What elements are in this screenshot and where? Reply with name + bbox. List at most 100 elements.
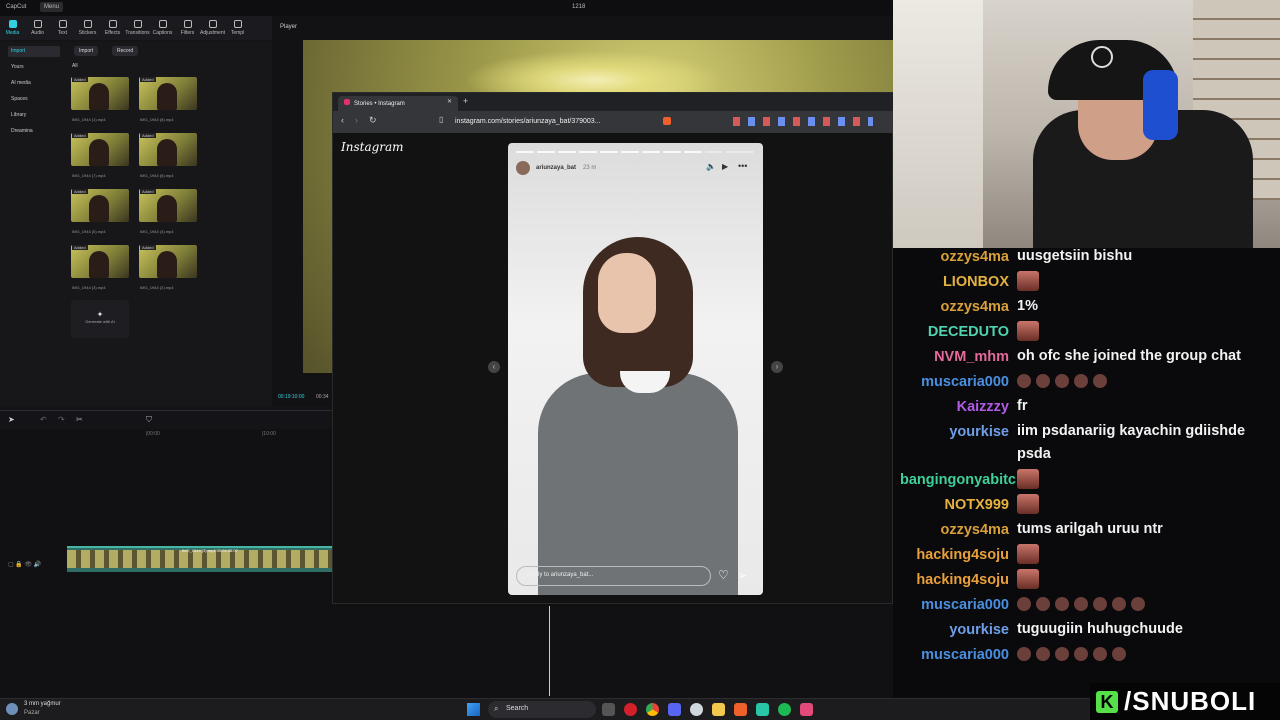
chat-username[interactable]: hacking4soju [900,568,1017,592]
tool-filters[interactable]: Filters [175,16,200,40]
capcut-toolbar: Media Audio Text Stickers Effects Transi… [0,16,272,40]
extension-icons[interactable] [733,117,873,126]
mute-icon[interactable]: 🔈 [706,162,716,171]
chat-username[interactable]: DECEDUTO [900,320,1017,344]
record-button[interactable]: Record [112,46,139,56]
chat-text [1017,270,1275,294]
tool-transitions[interactable]: Transitions [125,16,150,40]
heart-icon[interactable]: ♡ [718,568,729,582]
tool-templates[interactable]: Templ [225,16,250,40]
send-icon[interactable]: ➢ [738,569,747,582]
filter-all[interactable]: All [72,63,78,69]
chat-username[interactable]: hacking4soju [900,543,1017,567]
sidebar-item-dreamina[interactable]: Dreamina [8,126,60,137]
chat-emote-icon [1055,597,1069,612]
split-icon[interactable]: ✂ [76,415,83,424]
tool-adjustment[interactable]: Adjustment [200,16,225,40]
import-button[interactable]: Import [74,46,99,56]
chat-username[interactable]: NVM_mhm [900,345,1017,369]
chat-username[interactable]: ozzys4ma [900,245,1017,269]
select-tool-icon[interactable]: ➤ [8,415,15,424]
new-tab-icon[interactable]: + [463,96,468,106]
menu-button[interactable]: Menu [40,2,64,12]
sidebar-item-yours[interactable]: Yours [8,62,60,73]
discord-icon[interactable] [668,703,681,716]
person-sweater [538,373,738,595]
chat-message: hacking4soju [900,568,1275,592]
media-thumb[interactable]: Added [71,77,129,110]
spotify-icon[interactable] [778,703,791,716]
opera-icon[interactable] [624,703,637,716]
reply-input[interactable]: Reply to ariunzaya_bat... [516,566,711,586]
webcam-feed [893,0,1280,248]
chat-emote-icon [1131,597,1145,612]
media-thumb[interactable]: Added [139,245,197,278]
tool-effects[interactable]: Effects [100,16,125,40]
bookmark-icon[interactable]: ▯ [439,115,443,124]
capcut-taskbar-icon[interactable] [756,703,769,716]
reload-icon[interactable]: ↻ [369,115,377,126]
sidebar-item-library[interactable]: Library [8,110,60,121]
instagram-logo[interactable]: Instagram [341,140,404,154]
player-label: Player [280,24,298,30]
back-icon[interactable]: ‹ [341,115,344,125]
chat-username[interactable]: muscaria000 [900,593,1017,617]
chat-username[interactable]: yourkise [900,420,1017,466]
generate-ai-button[interactable]: ✦ Generate with AI [71,300,129,338]
media-name: IMG_1944 (6).mp4 [140,173,174,178]
tool-text[interactable]: Text [50,16,75,40]
story-progress [600,151,618,153]
media-thumb[interactable]: Added [139,133,197,166]
folder-icon[interactable] [712,703,725,716]
more-icon[interactable]: ••• [738,161,747,171]
brave-shield-icon[interactable] [663,117,671,125]
chat-username[interactable]: LIONBOX [900,270,1017,294]
chat-username[interactable]: ozzys4ma [900,295,1017,319]
playhead[interactable] [549,606,550,696]
sidebar-item-ai-media[interactable]: AI media [8,78,60,89]
media-thumb[interactable]: Added [71,133,129,166]
forward-icon[interactable]: › [355,115,358,125]
weather-temp[interactable]: 3 mm yağmur [24,701,61,707]
timeline-clip[interactable]: IMG_1944 (3).mp4 00:04:38:07 [67,546,332,572]
track-controls[interactable]: ▢ 🔒 👁 🔊 [8,561,41,568]
taskbar-search[interactable]: ⌕ Search [488,701,596,718]
chat-emote-icon [1112,647,1126,662]
browser-tab[interactable]: Stories • Instagram ✕ [338,96,458,111]
tool-stickers[interactable]: Stickers [75,16,100,40]
close-tab-icon[interactable]: ✕ [447,98,452,105]
media-thumb[interactable]: Added [71,189,129,222]
chat-username[interactable]: ozzys4ma [900,518,1017,542]
shield-icon[interactable]: ⛉ [146,415,152,425]
next-story-icon[interactable]: › [771,361,783,373]
task-view-icon[interactable] [602,703,615,716]
media-thumb[interactable]: Added [71,245,129,278]
chat-emote-icon [1036,597,1050,612]
chat-username[interactable]: muscaria000 [900,370,1017,394]
story-username[interactable]: ariunzaya_bat [536,165,576,171]
sidebar-item-import[interactable]: Import [8,46,60,57]
tool-captions[interactable]: Captions [150,16,175,40]
steam-icon[interactable] [690,703,703,716]
prev-story-icon[interactable]: ‹ [488,361,500,373]
chat-username[interactable]: bangingonyabitchsa... [900,468,1017,492]
start-icon[interactable] [467,703,480,716]
avatar[interactable] [516,161,530,175]
undo-icon[interactable]: ↶ [40,415,47,424]
brave-icon[interactable] [734,703,747,716]
media-thumb[interactable]: Added [139,77,197,110]
play-icon[interactable]: ▶ [722,162,728,171]
weather-icon[interactable] [6,703,18,715]
tool-media[interactable]: Media [0,16,25,40]
chat-username[interactable]: Kaizzzy [900,395,1017,419]
instagram-story[interactable]: ariunzaya_bat 23 m 🔈 ▶ ••• Reply to ariu… [508,143,763,595]
chat-username[interactable]: muscaria000 [900,643,1017,667]
app-icon[interactable] [800,703,813,716]
sidebar-item-spaces[interactable]: Spaces [8,94,60,105]
media-thumb[interactable]: Added [139,189,197,222]
chrome-icon[interactable] [646,703,659,716]
redo-icon[interactable]: ↷ [58,415,65,424]
tool-audio[interactable]: Audio [25,16,50,40]
chat-username[interactable]: NOTX999 [900,493,1017,517]
chat-username[interactable]: yourkise [900,618,1017,642]
